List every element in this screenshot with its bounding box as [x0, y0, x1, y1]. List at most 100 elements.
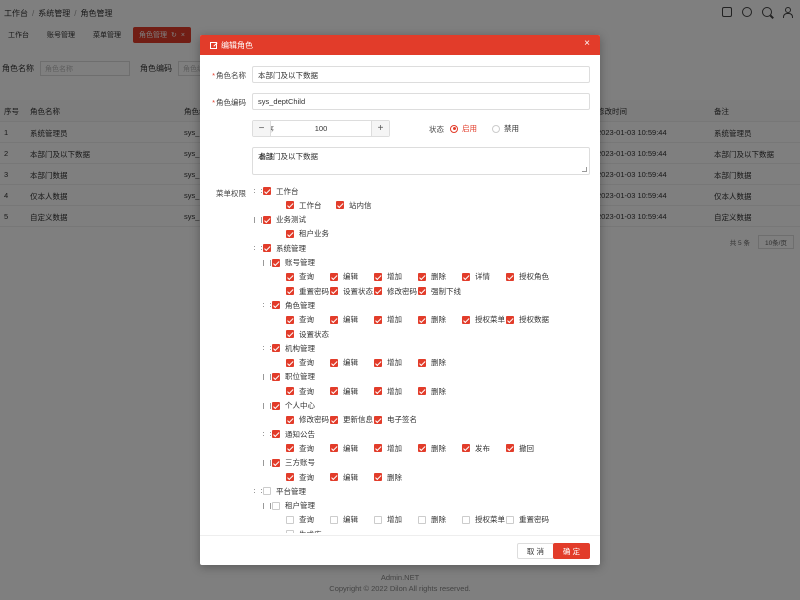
checkbox[interactable] [506, 315, 514, 324]
checkbox[interactable] [272, 501, 280, 510]
tree-leaf[interactable]: 重置密码 [286, 285, 329, 297]
checkbox[interactable] [462, 515, 470, 524]
checkbox[interactable] [462, 444, 470, 453]
tree-leaf[interactable]: 详情 [462, 271, 490, 283]
tree-leaf[interactable]: 授权菜单 [462, 314, 505, 326]
drag-handle-icon[interactable] [263, 431, 271, 437]
checkbox[interactable] [462, 315, 470, 324]
decrement-button[interactable]: − [253, 121, 271, 136]
checkbox[interactable] [272, 430, 280, 439]
tree-node-0[interactable]: 工作台 [254, 185, 299, 197]
checkbox[interactable] [418, 272, 426, 281]
tree-leaf[interactable]: 撤回 [506, 442, 534, 454]
checkbox[interactable] [374, 473, 382, 481]
checkbox[interactable] [330, 315, 338, 324]
drag-handle-icon[interactable] [263, 374, 271, 380]
tree-node-2[interactable]: 系统管理 [254, 242, 306, 254]
tree-leaf[interactable]: 授权角色 [506, 271, 549, 283]
checkbox[interactable] [286, 415, 294, 424]
checkbox[interactable] [272, 401, 280, 410]
checkbox[interactable] [418, 315, 426, 324]
tree-leaf[interactable]: 授权数据 [506, 314, 549, 326]
drag-handle-icon[interactable] [254, 217, 262, 223]
checkbox[interactable] [263, 215, 271, 224]
tree-leaf[interactable]: 增加 [374, 514, 402, 526]
drag-handle-icon[interactable] [263, 460, 271, 466]
drag-handle-icon[interactable] [254, 488, 262, 494]
checkbox[interactable] [286, 515, 294, 524]
resize-handle[interactable] [582, 167, 587, 172]
checkbox[interactable] [330, 415, 338, 424]
tree-leaf[interactable]: 增加 [374, 442, 402, 454]
tree-leaf[interactable]: 删除 [374, 471, 402, 483]
tree-group-4[interactable]: 个人中心 [263, 400, 315, 412]
tree-node-3[interactable]: 平台管理 [254, 485, 306, 497]
checkbox[interactable] [272, 372, 280, 381]
tree-leaf[interactable]: 强制下线 [418, 285, 461, 297]
role-name-input[interactable]: 本部门及以下数据 [252, 66, 590, 83]
tree-leaf[interactable]: 更新信息 [330, 414, 373, 426]
tree-leaf[interactable]: 查询 [286, 271, 314, 283]
checkbox[interactable] [374, 515, 382, 524]
checkbox[interactable] [374, 315, 382, 324]
checkbox[interactable] [374, 444, 382, 453]
tree-leaf[interactable]: 增加 [374, 385, 402, 397]
tree-leaf[interactable]: 修改密码 [286, 414, 329, 426]
checkbox[interactable] [330, 515, 338, 524]
checkbox[interactable] [374, 287, 382, 296]
tree-leaf[interactable]: 编辑 [330, 314, 358, 326]
tree-leaf[interactable]: 查询 [286, 442, 314, 454]
tree-leaf[interactable]: 设置状态 [286, 328, 329, 340]
checkbox[interactable] [263, 244, 271, 253]
checkbox[interactable] [506, 444, 514, 453]
checkbox[interactable] [286, 287, 294, 296]
checkbox[interactable] [272, 258, 280, 267]
tree-leaf[interactable]: 删除 [418, 514, 446, 526]
checkbox[interactable] [330, 387, 338, 396]
status-disabled-radio[interactable]: 禁用 [492, 123, 519, 134]
tree-leaf[interactable]: 电子签名 [374, 414, 417, 426]
drag-handle-icon[interactable] [263, 345, 271, 351]
checkbox[interactable] [286, 315, 294, 324]
tree-leaf[interactable]: 增加 [374, 357, 402, 369]
tree-leaf[interactable]: 站内信 [336, 199, 372, 211]
tree-leaf[interactable]: 编辑 [330, 442, 358, 454]
tree-leaf[interactable]: 查询 [286, 385, 314, 397]
tree-leaf[interactable]: 删除 [418, 271, 446, 283]
tree-leaf[interactable]: 删除 [418, 442, 446, 454]
checkbox[interactable] [272, 458, 280, 467]
checkbox[interactable] [263, 487, 271, 496]
sort-stepper[interactable]: − 100 + [252, 120, 390, 137]
tree-group-1[interactable]: 角色管理 [263, 299, 315, 311]
checkbox[interactable] [330, 287, 338, 296]
checkbox[interactable] [336, 201, 344, 210]
tree-group-0[interactable]: 租户管理 [263, 500, 315, 512]
checkbox[interactable] [418, 515, 426, 524]
checkbox[interactable] [374, 387, 382, 396]
tree-group-5[interactable]: 通知公告 [263, 428, 315, 440]
tree-leaf[interactable]: 租户业务 [286, 228, 329, 240]
checkbox[interactable] [506, 272, 514, 281]
checkbox[interactable] [286, 201, 294, 210]
drag-handle-icon[interactable] [263, 260, 271, 266]
tree-leaf[interactable]: 增加 [374, 314, 402, 326]
tree-leaf[interactable]: 查询 [286, 514, 314, 526]
tree-leaf[interactable]: 增加 [374, 271, 402, 283]
dialog-close-button[interactable]: × [584, 38, 590, 49]
note-textarea[interactable]: 本部门及以下数据 [252, 147, 590, 175]
tree-leaf[interactable]: 授权菜单 [462, 514, 505, 526]
tree-leaf[interactable]: 编辑 [330, 357, 358, 369]
status-enabled-radio[interactable]: 启用 [450, 123, 477, 134]
tree-leaf[interactable]: 查询 [286, 314, 314, 326]
checkbox[interactable] [418, 444, 426, 453]
checkbox[interactable] [286, 358, 294, 367]
cancel-button[interactable]: 取 消 [516, 543, 554, 559]
checkbox[interactable] [374, 415, 382, 424]
tree-group-2[interactable]: 机构管理 [263, 342, 315, 354]
checkbox[interactable] [374, 272, 382, 281]
tree-leaf[interactable]: 编辑 [330, 514, 358, 526]
checkbox[interactable] [330, 473, 338, 481]
checkbox[interactable] [330, 272, 338, 281]
role-code-input[interactable]: sys_deptChild [252, 93, 590, 110]
tree-leaf[interactable]: 删除 [418, 385, 446, 397]
